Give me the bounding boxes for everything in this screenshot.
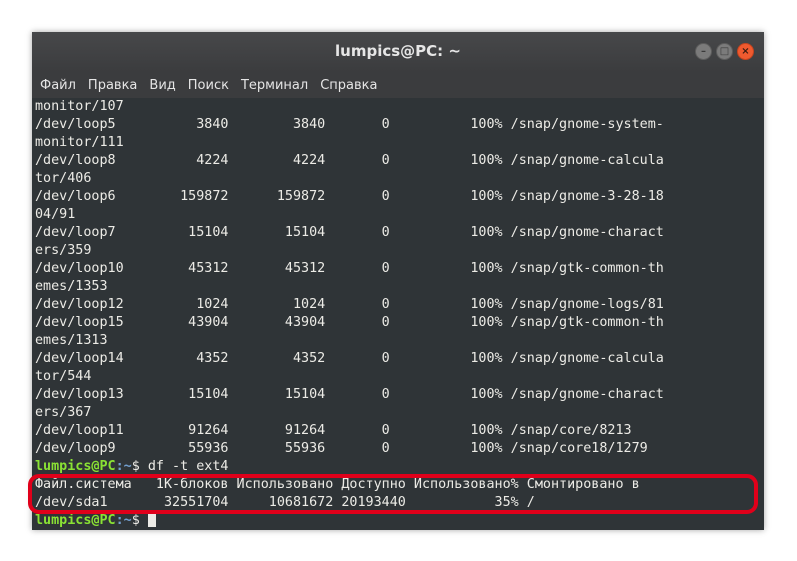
close-icon: × xyxy=(741,45,750,57)
maximize-button[interactable]: □ xyxy=(716,43,733,60)
minimize-button[interactable]: – xyxy=(695,43,712,60)
menu-file[interactable]: Файл xyxy=(36,78,80,93)
command-text: df -t ext4 xyxy=(147,459,229,474)
text-cursor xyxy=(147,513,156,527)
output-line: ers/367 xyxy=(35,405,92,420)
window-title: lumpics@PC: ~ xyxy=(335,42,461,60)
output-line: ers/359 xyxy=(35,243,92,258)
result-row: /dev/sda1 32551704 10681672 20193440 35%… xyxy=(35,495,535,510)
minimize-icon: – xyxy=(701,45,706,57)
scrollbar[interactable] xyxy=(761,98,764,530)
output-line: /dev/loop6 159872 159872 0 100% /snap/gn… xyxy=(35,189,664,204)
menu-edit[interactable]: Правка xyxy=(84,78,141,93)
output-line: monitor/111 xyxy=(35,135,124,150)
prompt-user: lumpics@PC xyxy=(35,459,116,474)
maximize-icon: □ xyxy=(719,45,730,57)
terminal-output[interactable]: monitor/107 /dev/loop5 3840 3840 0 100% … xyxy=(32,98,764,530)
output-line: /dev/loop9 55936 55936 0 100% /snap/core… xyxy=(35,441,648,456)
menu-view[interactable]: Вид xyxy=(145,78,179,93)
output-line: /dev/loop13 15104 15104 0 100% /snap/gno… xyxy=(35,387,664,402)
menu-terminal[interactable]: Терминал xyxy=(237,78,312,93)
prompt-path: :~ xyxy=(115,513,132,528)
menu-help[interactable]: Справка xyxy=(316,78,381,93)
title-bar[interactable]: lumpics@PC: ~ – □ × xyxy=(32,32,764,72)
output-line: /dev/loop14 4352 4352 0 100% /snap/gnome… xyxy=(35,351,664,366)
prompt-user: lumpics@PC xyxy=(35,513,116,528)
output-line: /dev/loop10 45312 45312 0 100% /snap/gtk… xyxy=(35,261,664,276)
terminal-window: lumpics@PC: ~ – □ × Файл Правка Вид Поис… xyxy=(32,32,764,530)
menu-bar: Файл Правка Вид Поиск Терминал Справка xyxy=(32,72,764,98)
output-line: /dev/loop15 43904 43904 0 100% /snap/gtk… xyxy=(35,315,664,330)
prompt-symbol: $ xyxy=(131,459,148,474)
prompt-path: :~ xyxy=(115,459,132,474)
output-line: tor/406 xyxy=(35,171,92,186)
output-line: emes/1313 xyxy=(35,333,108,348)
close-button[interactable]: × xyxy=(737,43,754,60)
prompt-symbol: $ xyxy=(131,513,148,528)
prompt-line-command: lumpics@PC:~$ df -t ext4 xyxy=(35,458,664,476)
output-line: /dev/loop12 1024 1024 0 100% /snap/gnome… xyxy=(35,297,664,312)
output-line: monitor/107 xyxy=(35,99,124,114)
prompt-line-current: lumpics@PC:~$ xyxy=(35,512,664,530)
window-controls: – □ × xyxy=(695,43,754,61)
output-lines: monitor/107 /dev/loop5 3840 3840 0 100% … xyxy=(35,98,664,530)
output-line: /dev/loop5 3840 3840 0 100% /snap/gnome-… xyxy=(35,117,664,132)
menu-search[interactable]: Поиск xyxy=(184,78,233,93)
output-line: emes/1353 xyxy=(35,279,108,294)
result-header: Файл.система 1K-блоков Использовано Дост… xyxy=(35,477,640,492)
output-line: /dev/loop7 15104 15104 0 100% /snap/gnom… xyxy=(35,225,664,240)
output-line: /dev/loop8 4224 4224 0 100% /snap/gnome-… xyxy=(35,153,664,168)
output-line: 04/91 xyxy=(35,207,76,222)
output-line: tor/544 xyxy=(35,369,92,384)
output-line: /dev/loop11 91264 91264 0 100% /snap/cor… xyxy=(35,423,632,438)
